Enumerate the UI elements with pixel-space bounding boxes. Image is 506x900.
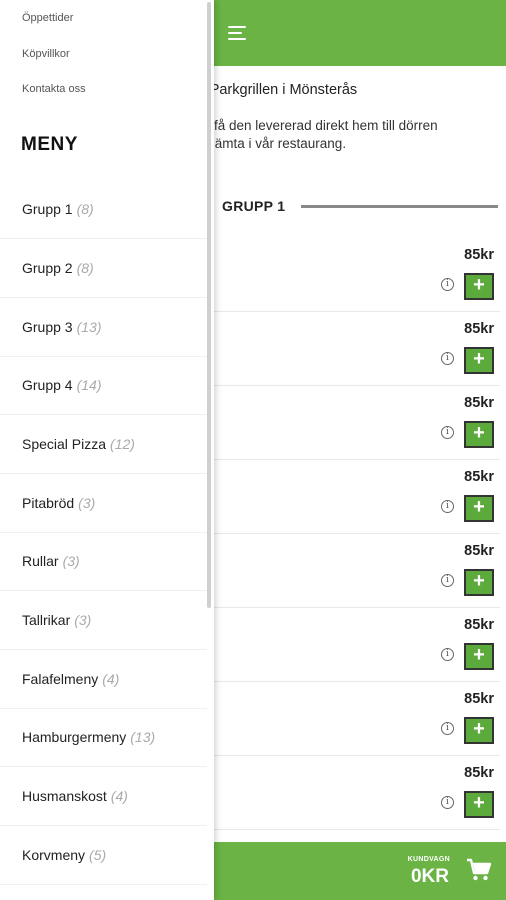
category-name: Tallrikar — [22, 612, 71, 628]
category-name: Grupp 2 — [22, 260, 73, 276]
menu-category-hamburgermeny[interactable]: Hamburgermeny (13) — [0, 708, 207, 767]
menu-category-special-pizza[interactable]: Special Pizza (12) — [0, 415, 207, 474]
category-name: Hamburgermeny — [22, 729, 127, 745]
info-icon[interactable]: i — [441, 352, 454, 365]
category-count: (13) — [76, 319, 102, 335]
intro-line-2: tt hämta i vår restaurang. — [196, 136, 347, 151]
menu-category-grupp-3[interactable]: Grupp 3 (13) — [0, 298, 207, 357]
product-row: 85kr i + — [200, 460, 500, 534]
category-name: Grupp 3 — [22, 319, 73, 335]
info-icon[interactable]: i — [441, 722, 454, 735]
product-price: 85kr — [464, 321, 494, 337]
menu-category-korvmeny[interactable]: Korvmeny (5) — [0, 826, 207, 885]
add-to-cart-button[interactable]: + — [464, 347, 494, 374]
category-name: Grupp 4 — [22, 377, 73, 393]
category-count: (4) — [110, 788, 128, 804]
side-drawer: Öppettider Köpvillkor Kontakta oss MENY … — [0, 0, 214, 900]
info-icon[interactable]: i — [441, 574, 454, 587]
product-price: 85kr — [464, 543, 494, 559]
category-name: Special Pizza — [22, 436, 107, 452]
link-terms[interactable]: Köpvillkor — [22, 48, 70, 60]
category-name: Grupp 1 — [22, 201, 73, 217]
menu-category-grupp-1[interactable]: Grupp 1 (8) — [0, 180, 207, 239]
product-row: 85kr i + — [200, 238, 500, 312]
category-count: (8) — [76, 260, 94, 276]
cart-icon[interactable] — [466, 858, 492, 882]
category-name: Falafelmeny — [22, 671, 99, 687]
add-to-cart-button[interactable]: + — [464, 495, 494, 522]
category-name: Pitabröd — [22, 495, 75, 511]
group-title: GRUPP 1 — [222, 198, 286, 214]
product-row: 85kr i + — [200, 756, 500, 830]
category-count: (12) — [110, 436, 135, 452]
product-price: 85kr — [464, 765, 494, 781]
menu-category-husmanskost[interactable]: Husmanskost (4) — [0, 767, 207, 826]
add-to-cart-button[interactable]: + — [464, 717, 494, 744]
category-count: (3) — [78, 495, 96, 511]
menu-category-rullar[interactable]: Rullar (3) — [0, 532, 207, 591]
link-opening-hours[interactable]: Öppettider — [22, 12, 73, 24]
menu-category-grupp-2[interactable]: Grupp 2 (8) — [0, 239, 207, 298]
menu-category-pitabrod[interactable]: Pitabröd (3) — [0, 474, 207, 533]
menu-category-grupp-4[interactable]: Grupp 4 (14) — [0, 356, 207, 415]
add-to-cart-button[interactable]: + — [464, 791, 494, 818]
drawer-scrollbar[interactable] — [207, 2, 211, 608]
product-price: 85kr — [464, 469, 494, 485]
intro-line-1: ch få den levererad direkt hem till dörr… — [196, 118, 438, 133]
product-row: 85kr i + — [200, 312, 500, 386]
category-count: (8) — [76, 201, 94, 217]
product-price: 85kr — [464, 247, 494, 263]
category-count: (5) — [89, 847, 107, 863]
cart-label: KUNDVAGN — [407, 856, 450, 863]
category-count: (3) — [62, 553, 80, 569]
category-count: (4) — [102, 671, 120, 687]
menu-category-falafelmeny[interactable]: Falafelmeny (4) — [0, 650, 207, 709]
add-to-cart-button[interactable]: + — [464, 273, 494, 300]
info-icon[interactable]: i — [441, 500, 454, 513]
category-count: (3) — [74, 612, 92, 628]
info-icon[interactable]: i — [441, 796, 454, 809]
product-row: 85kr i + — [200, 608, 500, 682]
category-name: Rullar — [22, 553, 59, 569]
welcome-text: ill Parkgrillen i Mönsterås — [196, 82, 358, 98]
category-name: Korvmeny — [22, 847, 86, 863]
menu-title: MENY — [21, 134, 78, 155]
add-to-cart-button[interactable]: + — [464, 421, 494, 448]
add-to-cart-button[interactable]: + — [464, 569, 494, 596]
product-row: 85kr i + — [200, 386, 500, 460]
intro-text: ch få den levererad direkt hem till dörr… — [196, 117, 438, 153]
product-row: 85kr i + — [200, 682, 500, 756]
add-to-cart-button[interactable]: + — [464, 643, 494, 670]
info-icon[interactable]: i — [441, 648, 454, 661]
group-divider — [301, 205, 498, 208]
product-price: 85kr — [464, 395, 494, 411]
cart-total: 0KR — [410, 866, 449, 887]
product-price: 85kr — [464, 617, 494, 633]
hamburger-menu-icon[interactable] — [228, 24, 248, 42]
info-icon[interactable]: i — [441, 426, 454, 439]
category-count: (14) — [76, 377, 102, 393]
product-row: 85kr i + — [200, 534, 500, 608]
menu-category-tallrikar[interactable]: Tallrikar (3) — [0, 591, 207, 650]
product-price: 85kr — [464, 691, 494, 707]
info-icon[interactable]: i — [441, 278, 454, 291]
category-name: Husmanskost — [22, 788, 107, 804]
link-contact[interactable]: Kontakta oss — [22, 83, 86, 95]
category-count: (13) — [130, 729, 156, 745]
